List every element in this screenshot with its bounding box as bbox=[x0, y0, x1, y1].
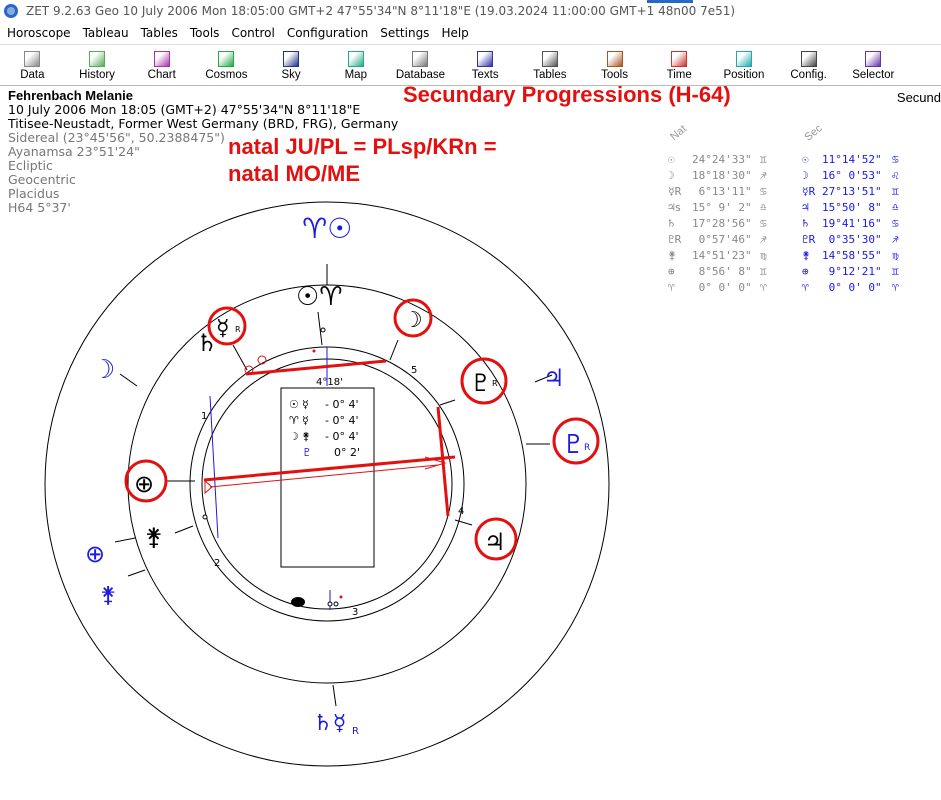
house-number-2: 2 bbox=[214, 558, 220, 569]
outer-kronos-glyph: ⚵ bbox=[100, 583, 116, 608]
black-blob bbox=[291, 597, 305, 607]
red-line-top bbox=[245, 359, 387, 376]
marker-3 bbox=[327, 601, 333, 607]
inner-kronos-glyph: ⚵ bbox=[145, 523, 163, 551]
inner-mercury-retro: R bbox=[235, 325, 241, 334]
tick-pluto-inner bbox=[439, 399, 456, 406]
tick-bottom bbox=[332, 684, 337, 707]
center-line1-a: ☉ bbox=[289, 398, 299, 411]
outer-jupiter-glyph: ♃ bbox=[543, 364, 565, 392]
progression-chart-wheel[interactable]: 1 2 3 4 5 4°18' ☉ ☿ - 0° 4' ♈ ☿ - 0° 4' … bbox=[0, 0, 941, 800]
red-dot-2 bbox=[339, 595, 343, 599]
inner-moon-glyph: ☽ bbox=[403, 308, 423, 333]
marker-2 bbox=[202, 514, 208, 520]
center-degree: 4°18' bbox=[316, 377, 343, 388]
outer-pluto-glyph: ♇ bbox=[562, 430, 585, 460]
center-line4-text: 0° 2' bbox=[334, 446, 360, 459]
center-line2-a: ♈ bbox=[289, 414, 299, 427]
inner-mercury-glyph: ☿ bbox=[216, 316, 230, 341]
inner-pluto-retro: R bbox=[492, 379, 498, 388]
outer-earth-glyph: ⊕ bbox=[85, 540, 105, 568]
inner-pluto-glyph: ♇ bbox=[470, 369, 492, 397]
outer-pluto-retro: R bbox=[584, 443, 590, 453]
house-number-5: 5 bbox=[411, 365, 417, 376]
house-number-1: 1 bbox=[201, 411, 207, 422]
inner-jupiter-glyph: ♃ bbox=[484, 528, 506, 556]
inner-saturn-glyph: ♄ bbox=[196, 329, 218, 357]
red-dot-1 bbox=[312, 349, 316, 353]
house-number-4: 4 bbox=[458, 506, 464, 517]
tick-kronos-inner bbox=[174, 525, 194, 534]
house-number-3: 3 bbox=[352, 607, 358, 618]
outer-mercury-retro: R bbox=[352, 726, 359, 737]
center-line2-b: ☿ bbox=[302, 414, 309, 427]
asc-axis bbox=[209, 395, 219, 539]
tick-moon-inner bbox=[389, 339, 399, 361]
tick-moon bbox=[119, 373, 138, 387]
tick-kronos bbox=[127, 569, 146, 577]
center-line3-text: - 0° 4' bbox=[325, 430, 358, 443]
outer-saturn-mercury-glyph: ♄☿ bbox=[313, 711, 346, 736]
tick-mercury-inner bbox=[232, 344, 248, 371]
center-line4-b: ♇ bbox=[302, 446, 312, 459]
center-line1-text: - 0° 4' bbox=[325, 398, 358, 411]
outer-moon-glyph: ☽ bbox=[92, 355, 115, 385]
center-line3-a: ☽ bbox=[289, 430, 299, 443]
center-line2-text: - 0° 4' bbox=[325, 414, 358, 427]
red-small-circle-2 bbox=[257, 355, 267, 365]
outer-aries-sun-glyph: ♈☉ bbox=[302, 212, 352, 245]
center-line3-b: ⚵ bbox=[302, 430, 310, 443]
marker-4 bbox=[333, 601, 339, 607]
tick-earth bbox=[114, 537, 136, 543]
marker-1 bbox=[320, 327, 326, 333]
center-line1-b: ☿ bbox=[302, 398, 309, 411]
inner-earth-glyph: ⊕ bbox=[134, 470, 154, 498]
inner-sun-aries-glyph: ☉♈ bbox=[296, 282, 343, 312]
